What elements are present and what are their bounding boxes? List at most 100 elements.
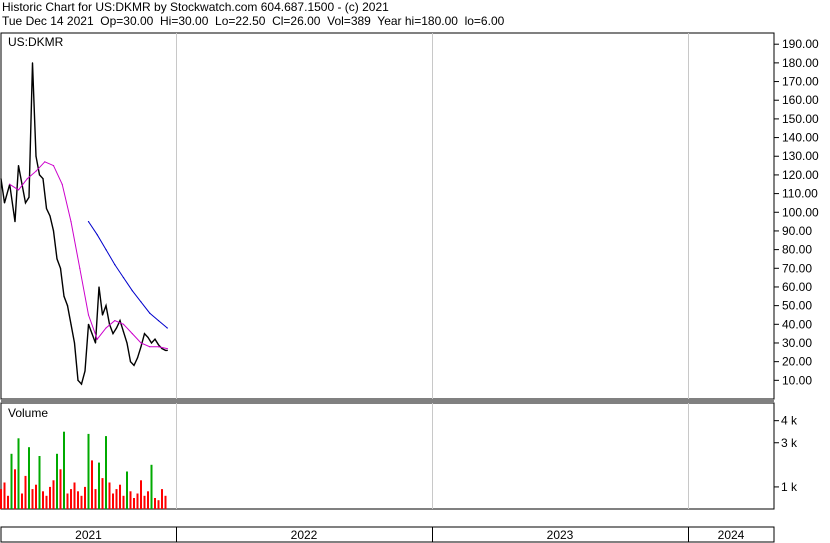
price-ytick-label: 160.00 (782, 93, 819, 107)
volume-bar (87, 433, 90, 509)
price-point (166, 349, 168, 351)
price-point (131, 290, 133, 292)
volume-bar (112, 493, 114, 509)
volume-bar (80, 495, 83, 510)
volume-bar (73, 482, 76, 509)
volume-ytick-label: 3 k (781, 436, 798, 450)
volume-bar (7, 495, 9, 510)
price-point (122, 277, 125, 279)
price-point (26, 178, 28, 180)
price-ytick-label: 40.00 (782, 317, 812, 331)
volume-bar (35, 484, 37, 509)
volume-bar (154, 498, 156, 509)
price-point (87, 221, 90, 223)
price-point (122, 323, 125, 325)
price-point (28, 196, 30, 198)
price-point (59, 267, 62, 269)
volume-bar (70, 489, 72, 509)
price-ytick-label: 180.00 (782, 56, 819, 70)
price-point (61, 183, 63, 185)
volume-bar (143, 495, 146, 510)
price-point (87, 314, 90, 316)
price-point (149, 346, 151, 348)
volume-bar (3, 482, 6, 509)
price-ytick-label: 70.00 (782, 261, 812, 275)
price-point (44, 161, 46, 163)
price-ytick-label: 30.00 (782, 336, 812, 350)
volume-bar (77, 491, 79, 509)
price-ytick-label: 90.00 (782, 224, 812, 238)
price-point (79, 267, 81, 269)
volume-bar (147, 491, 149, 509)
price-ytick-label: 170.00 (782, 75, 819, 89)
price-point (164, 349, 167, 351)
volume-bar (0, 489, 2, 509)
volume-bar (52, 480, 55, 509)
price-point (52, 230, 55, 232)
price-point (140, 346, 142, 348)
price-ytick-label: 130.00 (782, 149, 819, 163)
volume-bar (136, 493, 139, 509)
volume-bar (42, 491, 44, 509)
price-ytick-label: 120.00 (782, 168, 819, 182)
volume-bar (101, 478, 104, 509)
price-point (96, 338, 98, 340)
price-point (87, 323, 90, 325)
price-point (66, 305, 69, 307)
price-point (73, 342, 76, 344)
volume-bar (94, 489, 97, 509)
price-ytick-label: 190.00 (782, 37, 819, 51)
price-point (98, 286, 100, 288)
price-point (35, 170, 37, 172)
volume-bar (59, 469, 62, 510)
x-axis-label: 2024 (718, 528, 745, 542)
price-ytick-label: 140.00 (782, 131, 819, 145)
price-point (140, 301, 142, 303)
x-axis-band (0, 526, 775, 543)
price-point (133, 364, 135, 366)
volume-bar (105, 436, 107, 509)
volume-panel-title: Volume (8, 406, 48, 420)
price-ytick-label: 50.00 (782, 299, 812, 313)
price-point (35, 155, 37, 157)
price-point (9, 183, 11, 185)
volume-bar (150, 464, 153, 509)
volume-bar (21, 493, 23, 509)
price-point (80, 383, 83, 385)
price-point (52, 165, 55, 167)
price-point (112, 333, 114, 335)
price-point (166, 348, 168, 350)
volume-bar (126, 471, 128, 509)
price-point (166, 327, 168, 329)
price-ytick-label: 80.00 (782, 243, 812, 257)
volume-bar (84, 486, 86, 509)
price-point (115, 327, 118, 329)
x-axis-label: 2021 (75, 528, 102, 542)
volume-bar (133, 498, 135, 509)
price-ytick-label: 110.00 (782, 187, 818, 201)
price-point (114, 320, 116, 322)
price-point (149, 312, 151, 314)
price-ytick-label: 100.00 (782, 205, 819, 219)
volume-bar (122, 495, 125, 510)
volume-bar (28, 447, 30, 509)
price-ytick-label: 10.00 (782, 373, 812, 387)
price-point (161, 348, 163, 350)
stock-chart: US:DKMR 190.00 180.00 170.00 160.00 150.00 14… (0, 32, 819, 543)
price-point (24, 202, 27, 204)
price-point (56, 258, 58, 260)
price-point (126, 342, 128, 344)
price-point (96, 234, 98, 236)
price-point (157, 346, 160, 348)
volume-bar (56, 453, 58, 509)
price-point (17, 165, 20, 167)
price-point (94, 342, 97, 344)
volume-bar (108, 482, 111, 509)
price-ytick-label: 20.00 (782, 355, 812, 369)
volume-bar (115, 489, 118, 509)
price-point (17, 189, 20, 191)
price-point (31, 62, 34, 64)
volume-ytick-label: 4 k (781, 414, 798, 428)
volume-bar (140, 480, 142, 509)
price-point (70, 323, 72, 325)
